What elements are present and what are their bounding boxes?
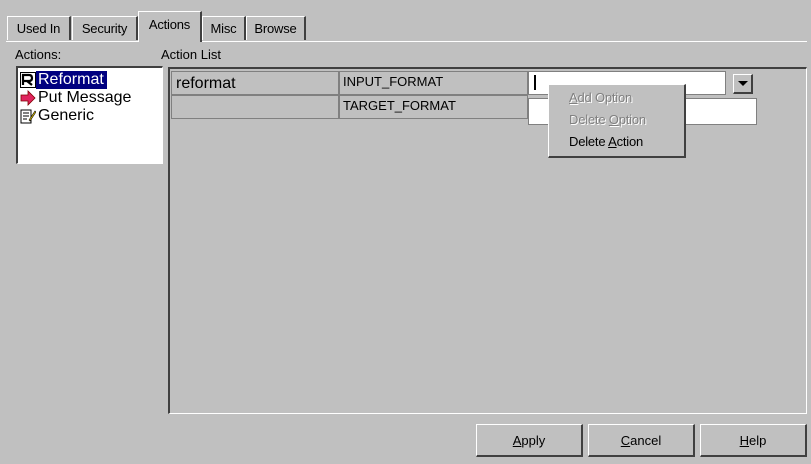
tab-browse[interactable]: Browse (246, 16, 306, 40)
action-item-generic[interactable]: Generic (20, 106, 97, 125)
text-caret (534, 75, 536, 90)
action-item-reformat[interactable]: Reformat (20, 70, 107, 89)
menu-item-delete-action[interactable]: Delete Action (569, 134, 643, 149)
action-item-put-message[interactable]: Put Message (20, 88, 134, 107)
reformat-icon (20, 71, 36, 88)
menu-item-add-option[interactable]: Add Option (569, 90, 632, 105)
context-menu: Add Option Delete Option Delete Action (548, 84, 686, 158)
tab-security[interactable]: Security (72, 16, 138, 40)
action-item-label: Generic (38, 106, 95, 124)
apply-button[interactable]: Apply (476, 424, 583, 457)
menu-item-delete-option[interactable]: Delete Option (569, 112, 646, 127)
tab-actions[interactable]: Actions (138, 11, 202, 42)
cancel-button[interactable]: Cancel (588, 424, 695, 457)
option-name-cell[interactable]: TARGET_FORMAT (339, 95, 528, 119)
action-item-label: Put Message (38, 88, 132, 106)
tab-misc[interactable]: Misc (202, 16, 246, 40)
actions-label: Actions: (15, 47, 62, 62)
notepad-edit-icon (20, 109, 36, 123)
action-list-label: Action List (161, 47, 221, 62)
action-name-cell[interactable] (171, 95, 339, 119)
arrow-right-icon (20, 89, 36, 106)
help-button[interactable]: Help (700, 424, 807, 457)
tab-divider (6, 41, 807, 42)
dropdown-arrow-button[interactable] (733, 74, 753, 94)
action-item-label: Reformat (36, 70, 107, 89)
action-name-cell[interactable]: reformat (171, 71, 339, 95)
actions-listbox[interactable]: Reformat Put Message Generic (16, 66, 163, 164)
tab-used-in[interactable]: Used In (7, 16, 71, 40)
option-name-cell[interactable]: INPUT_FORMAT (339, 71, 528, 95)
